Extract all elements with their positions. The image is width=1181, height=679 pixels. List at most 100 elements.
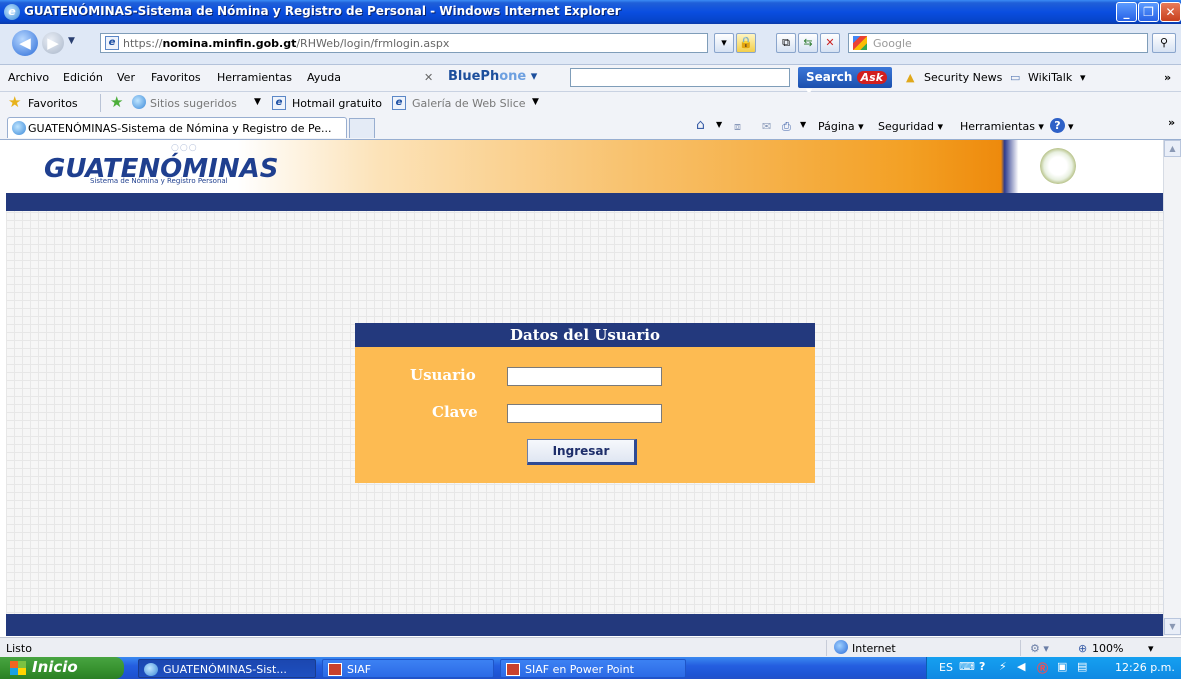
header-banner: ○○○ GUATENÓMINAS Sistema de Nómina y Reg… bbox=[6, 140, 1163, 193]
wikitalk-icon: ▭ bbox=[1010, 71, 1021, 84]
antivirus-icon[interactable]: Ⓡ bbox=[1037, 660, 1048, 676]
page-icon: e bbox=[105, 36, 119, 50]
network-icon[interactable]: ⚡ bbox=[999, 660, 1007, 673]
search-button[interactable]: ⚲ bbox=[1152, 33, 1176, 53]
start-label: Inicio bbox=[32, 658, 78, 676]
fav-hotmail[interactable]: Hotmail gratuito bbox=[292, 97, 382, 110]
site-logo-subtitle: Sistema de Nómina y Registro Personal bbox=[90, 177, 228, 185]
window-titlebar: e GUATENÓMINAS-Sistema de Nómina y Regis… bbox=[0, 0, 1181, 24]
footer-stripe bbox=[6, 614, 1163, 636]
favorites-button[interactable]: Favoritos bbox=[28, 97, 78, 110]
ie-icon bbox=[132, 95, 146, 109]
fav-galeria-webslice[interactable]: Galería de Web Slice bbox=[412, 97, 526, 110]
user-input[interactable] bbox=[507, 367, 662, 386]
fav-sitios-sugeridos[interactable]: Sitios sugeridos bbox=[150, 97, 237, 110]
maximize-button[interactable]: ❐ bbox=[1138, 2, 1159, 22]
tools-menu[interactable]: Herramientas ▾ bbox=[960, 120, 1044, 133]
menu-overflow-icon[interactable]: » bbox=[1164, 71, 1171, 84]
refresh-icon[interactable]: ⇆ bbox=[798, 33, 818, 53]
page-menu[interactable]: Página ▾ bbox=[818, 120, 864, 133]
security-news-button[interactable]: Security News bbox=[924, 71, 1002, 84]
wikitalk-button[interactable]: WikiTalk bbox=[1028, 71, 1072, 84]
bluephone-logo[interactable]: BluePhone ▾ bbox=[448, 69, 537, 84]
task-siaf[interactable]: SIAF bbox=[322, 659, 494, 678]
wikitalk-dropdown-icon[interactable]: ▾ bbox=[1080, 71, 1086, 84]
tray-app-icon[interactable]: ▣ bbox=[1057, 660, 1067, 673]
favorites-star-icon: ★ bbox=[8, 93, 22, 111]
forward-button[interactable]: ▶ bbox=[42, 32, 64, 54]
tray-arrow-icon[interactable]: ◀ bbox=[1017, 660, 1025, 673]
chevron-down-icon[interactable]: ▼ bbox=[532, 97, 539, 107]
address-field[interactable]: e https://nomina.minfin.gob.gt/RHWeb/log… bbox=[100, 33, 708, 53]
ask-search-button[interactable]: Search Ask ▾ bbox=[798, 67, 892, 98]
menu-edicion[interactable]: Edición bbox=[63, 71, 103, 84]
status-bar: Listo Internet ⚙ ▾ ⊕ 100% ▾ bbox=[0, 637, 1181, 658]
password-label: Clave bbox=[432, 403, 478, 421]
powerpoint-icon bbox=[328, 663, 342, 676]
login-submit-button[interactable]: Ingresar bbox=[527, 439, 637, 465]
minimize-button[interactable]: _ bbox=[1116, 2, 1137, 22]
print-icon[interactable]: ⎙ bbox=[782, 120, 791, 134]
security-menu[interactable]: Seguridad ▾ bbox=[878, 120, 943, 133]
mail-icon[interactable]: ✉ bbox=[762, 120, 771, 133]
scroll-down-icon[interactable]: ▼ bbox=[1164, 618, 1181, 635]
header-stripe bbox=[6, 193, 1163, 211]
print-dropdown-icon[interactable]: ▼ bbox=[800, 120, 806, 129]
back-button[interactable]: ◀ bbox=[12, 30, 38, 56]
task-ie-label: GUATENÓMINAS-Sist... bbox=[163, 663, 287, 676]
security-zone: Internet bbox=[852, 642, 896, 655]
login-header: Datos del Usuario bbox=[355, 323, 815, 347]
help-tray-icon[interactable]: ? bbox=[979, 660, 985, 673]
login-panel: Datos del Usuario Usuario Clave Ingresar bbox=[355, 323, 815, 483]
scroll-up-icon[interactable]: ▲ bbox=[1164, 140, 1181, 157]
task-ie[interactable]: GUATENÓMINAS-Sist... bbox=[138, 659, 316, 678]
page-icon: e bbox=[392, 96, 406, 110]
globe-icon bbox=[834, 640, 848, 654]
menu-bar: Archivo Edición Ver Favoritos Herramient… bbox=[0, 65, 1181, 98]
chevron-down-icon[interactable]: ▼ bbox=[254, 97, 261, 107]
search-placeholder: Google bbox=[873, 37, 912, 50]
home-icon[interactable]: ⌂ bbox=[696, 117, 705, 133]
tab-row: GUATENÓMINAS-Sistema de Nómina y Registr… bbox=[0, 115, 1181, 140]
home-dropdown-icon[interactable]: ▼ bbox=[716, 120, 722, 129]
toolbar-close-icon[interactable]: ✕ bbox=[424, 71, 433, 84]
menu-archivo[interactable]: Archivo bbox=[8, 71, 49, 84]
search-field[interactable]: Google bbox=[848, 33, 1148, 53]
address-url: https://nomina.minfin.gob.gt/RHWeb/login… bbox=[123, 37, 450, 50]
password-input[interactable] bbox=[507, 404, 662, 423]
help-dropdown-icon[interactable]: ▾ bbox=[1068, 120, 1074, 133]
ie-icon bbox=[144, 663, 158, 676]
keyboard-icon[interactable]: ⌨ bbox=[959, 660, 975, 673]
menu-herramientas[interactable]: Herramientas bbox=[217, 71, 292, 84]
toolbar-search-input[interactable] bbox=[570, 68, 790, 87]
menu-ver[interactable]: Ver bbox=[117, 71, 135, 84]
vertical-scrollbar[interactable]: ▲ ▼ bbox=[1163, 140, 1181, 636]
ie-icon: e bbox=[4, 4, 20, 20]
menu-favoritos[interactable]: Favoritos bbox=[151, 71, 201, 84]
language-indicator[interactable]: ES bbox=[939, 661, 953, 674]
zoom-level[interactable]: 100% bbox=[1092, 642, 1123, 655]
zoom-dropdown-icon[interactable]: ▾ bbox=[1148, 642, 1154, 655]
history-dropdown-icon[interactable]: ▼ bbox=[68, 36, 75, 46]
tab-active[interactable]: GUATENÓMINAS-Sistema de Nómina y Registr… bbox=[7, 117, 347, 138]
menu-ayuda[interactable]: Ayuda bbox=[307, 71, 341, 84]
help-icon[interactable]: ? bbox=[1050, 118, 1065, 133]
commandbar-overflow-icon[interactable]: » bbox=[1168, 116, 1175, 129]
protected-mode-icon[interactable]: ⚙ ▾ bbox=[1030, 642, 1049, 655]
logo-dots: ○○○ bbox=[171, 143, 198, 153]
user-label: Usuario bbox=[410, 366, 476, 384]
compatibility-icon[interactable]: ⧉ bbox=[776, 33, 796, 53]
feeds-icon[interactable]: ⧈ bbox=[734, 120, 741, 134]
tray-monitor-icon[interactable]: ▤ bbox=[1077, 660, 1087, 673]
window-title: GUATENÓMINAS-Sistema de Nómina y Registr… bbox=[24, 4, 621, 18]
new-tab-button[interactable] bbox=[349, 118, 375, 138]
stop-icon[interactable]: ✕ bbox=[820, 33, 840, 53]
favorites-bar: ★ Favoritos ★ Sitios sugeridos ▼ e Hotma… bbox=[0, 92, 1181, 116]
address-dropdown-icon[interactable]: ▾ bbox=[714, 33, 734, 53]
start-button[interactable]: Inicio bbox=[0, 657, 124, 679]
task-siaf-ppt[interactable]: SIAF en Power Point bbox=[500, 659, 686, 678]
add-favorite-icon[interactable]: ★ bbox=[110, 93, 123, 111]
guatemala-seal-icon bbox=[1040, 148, 1076, 184]
close-button[interactable]: ✕ bbox=[1160, 2, 1181, 22]
lock-icon[interactable]: 🔒 bbox=[736, 33, 756, 53]
